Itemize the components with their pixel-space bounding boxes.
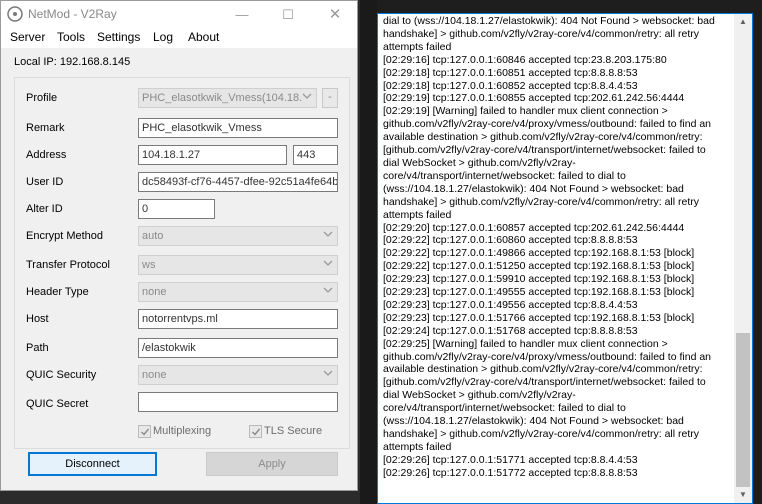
log-line: dial to (wss://104.18.1.27/elastokwik): … [383, 15, 715, 53]
menu-about[interactable]: About [188, 30, 219, 44]
tls-secure-checkbox[interactable] [249, 425, 262, 438]
menu-server[interactable]: Server [10, 30, 45, 44]
menu-bar: Server Tools Settings Log About [1, 28, 357, 48]
chevron-down-icon [322, 368, 334, 382]
scrollbar-thumb[interactable] [736, 333, 750, 487]
log-scrollbar[interactable]: ▲ ▼ [734, 14, 752, 503]
header-type-value: none [142, 286, 167, 298]
log-line: [02:29:22] tcp:127.0.0.1:49866 accepted … [383, 247, 695, 260]
local-ip-label: Local IP: 192.168.8.145 [14, 56, 131, 68]
log-line: [02:29:18] tcp:127.0.0.1:60852 accepted … [383, 79, 638, 92]
window-title: NetMod - V2Ray [28, 7, 117, 21]
log-line: [02:29:23] tcp:127.0.0.1:49556 accepted … [383, 298, 638, 311]
checkmark-icon [141, 428, 150, 436]
header-type-label: Header Type [26, 286, 89, 298]
multiplexing-checkbox[interactable] [138, 425, 151, 438]
log-line: [02:29:24] tcp:127.0.0.1:51768 accepted … [383, 324, 638, 337]
log-line: [02:29:22] tcp:127.0.0.1:51250 accepted … [383, 260, 695, 273]
userid-input[interactable]: dc58493f-cf76-4457-dfee-92c51a4fe64b [138, 172, 338, 192]
desktop-gap [360, 0, 377, 504]
encrypt-method-value: auto [142, 230, 164, 242]
quic-security-label: QUIC Security [26, 369, 97, 381]
menu-log[interactable]: Log [153, 30, 173, 44]
chevron-down-icon [301, 91, 313, 105]
encrypt-method-select[interactable]: auto [138, 226, 338, 246]
menu-tools[interactable]: Tools [57, 30, 85, 44]
log-line: [02:29:26] tcp:127.0.0.1:51772 accepted … [383, 466, 638, 479]
remove-profile-button[interactable]: - [322, 88, 338, 108]
remark-label: Remark [26, 122, 65, 134]
log-line: [02:29:19] [Warning] failed to handler m… [383, 105, 712, 221]
address-input[interactable]: 104.18.1.27 [138, 145, 287, 165]
log-window: dial to (wss://104.18.1.27/elastokwik): … [377, 13, 753, 504]
scroll-down-icon[interactable]: ▼ [734, 487, 752, 503]
log-line: [02:29:18] tcp:127.0.0.1:60851 accepted … [383, 66, 638, 79]
quic-secret-label: QUIC Secret [26, 398, 89, 410]
disconnect-button[interactable]: Disconnect [28, 452, 157, 476]
path-label: Path [26, 342, 49, 354]
apply-button[interactable]: Apply [206, 452, 338, 476]
address-label: Address [26, 149, 67, 161]
profile-label: Profile [26, 92, 58, 104]
transfer-protocol-select[interactable]: ws [138, 255, 338, 275]
quic-security-select[interactable]: none [138, 365, 338, 385]
path-input[interactable]: /elastokwik [138, 338, 338, 358]
log-line: [02:29:23] tcp:127.0.0.1:49555 accepted … [383, 286, 695, 299]
profile-select[interactable]: PHC_elasotkwik_Vmess(104.18. [138, 88, 317, 108]
userid-label: User ID [26, 176, 64, 188]
log-line: [02:29:23] tcp:127.0.0.1:59910 accepted … [383, 273, 695, 286]
chevron-down-icon [322, 229, 334, 243]
log-line: [02:29:26] tcp:127.0.0.1:51771 accepted … [383, 453, 638, 466]
log-line: [02:29:22] tcp:127.0.0.1:60860 accepted … [383, 234, 638, 247]
title-bar[interactable]: NetMod - V2Ray — ☐ ✕ [1, 1, 357, 28]
host-label: Host [26, 313, 49, 325]
multiplexing-label: Multiplexing [153, 425, 212, 437]
log-line: [02:29:19] tcp:127.0.0.1:60855 accepted … [383, 92, 685, 105]
log-line: [02:29:25] [Warning] failed to handler m… [383, 337, 712, 453]
alterid-label: Alter ID [26, 203, 63, 215]
chevron-down-icon [322, 258, 334, 272]
transfer-protocol-label: Transfer Protocol [26, 259, 110, 271]
port-input[interactable]: 443 [293, 145, 338, 165]
host-input[interactable]: notorrentvps.ml [138, 309, 338, 329]
chevron-down-icon [322, 285, 334, 299]
scroll-up-icon[interactable]: ▲ [734, 14, 752, 30]
quic-secret-input[interactable] [138, 392, 338, 412]
log-line: [02:29:16] tcp:127.0.0.1:60846 accepted … [383, 53, 667, 66]
encrypt-method-label: Encrypt Method [26, 230, 104, 242]
header-type-select[interactable]: none [138, 282, 338, 302]
profile-select-value: PHC_elasotkwik_Vmess(104.18. [142, 92, 303, 104]
remark-input[interactable]: PHC_elasotkwik_Vmess [138, 118, 338, 138]
close-button[interactable]: ✕ [312, 1, 358, 28]
log-output[interactable]: dial to (wss://104.18.1.27/elastokwik): … [383, 15, 723, 480]
checkmark-icon [252, 428, 261, 436]
maximize-button[interactable]: ☐ [265, 1, 311, 28]
log-line: [02:29:23] tcp:127.0.0.1:51766 accepted … [383, 311, 695, 324]
app-icon [7, 6, 23, 22]
netmod-window: NetMod - V2Ray — ☐ ✕ Server Tools Settin… [0, 0, 358, 491]
alterid-input[interactable]: 0 [138, 199, 215, 219]
tls-secure-label: TLS Secure [264, 425, 323, 437]
log-line: [02:29:20] tcp:127.0.0.1:60857 accepted … [383, 221, 685, 234]
menu-settings[interactable]: Settings [97, 30, 140, 44]
transfer-protocol-value: ws [142, 259, 156, 271]
minimize-button[interactable]: — [219, 1, 265, 28]
quic-security-value: none [142, 369, 167, 381]
